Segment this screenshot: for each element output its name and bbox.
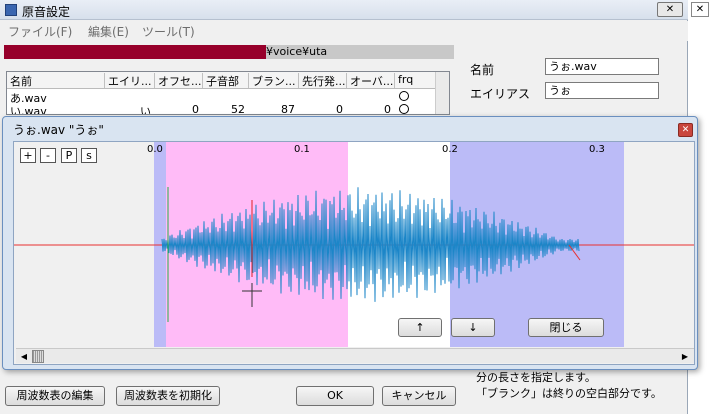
cancel-button[interactable]: キャンセル [382, 386, 456, 406]
menu-file[interactable]: ファイル(F) [8, 23, 72, 40]
menu-bar: ファイル(F) 編集(E) ツール(T) [0, 21, 688, 41]
help-text-line1: 分の長さを指定します。 [476, 371, 596, 384]
alias-label: エイリアス [470, 87, 531, 101]
col-blank[interactable]: ブラン... [249, 73, 299, 88]
col-consonant[interactable]: 子音部 [203, 73, 249, 88]
tick-label: 0.0 [147, 144, 163, 155]
name-label: 名前 [470, 63, 495, 77]
menu-edit[interactable]: 編集(E) [88, 23, 129, 40]
window-titlebar: 原音設定 ✕ [0, 0, 688, 20]
dialog-close-icon[interactable]: ✕ [678, 123, 693, 137]
alias-field[interactable]: うぉ [545, 82, 659, 99]
help-text-line2: 「ブランク」は終りの空白部分です。 [476, 387, 662, 400]
waveform-svg [14, 187, 694, 322]
dialog-body: + - P s 0.0 0.1 0.2 0.3 ↑ ↓ 閉じる ◀ ▶ [13, 141, 695, 365]
path-redacted [4, 45, 266, 59]
menu-tools[interactable]: ツール(T) [142, 23, 195, 40]
close-icon[interactable]: ✕ [691, 2, 709, 17]
dialog-title: うぉ.wav "うぉ" [13, 123, 104, 137]
s-button[interactable]: s [81, 148, 97, 163]
table-header: 名前 エイリ... オフセ... 子音部 ブラン... 先行発... オーバ..… [7, 72, 437, 89]
row-preutter: 0 [336, 103, 343, 115]
waveform-trace [161, 187, 580, 302]
scroll-right-icon[interactable]: ▶ [678, 350, 692, 363]
table-row[interactable]: い.wav い 0 52 87 0 0 [7, 103, 437, 115]
table-scrollbar[interactable] [435, 72, 449, 114]
edit-freq-button[interactable]: 周波数表の編集 [5, 386, 105, 406]
zoom-in-button[interactable]: + [20, 148, 36, 163]
table-row[interactable]: あ.wav [7, 90, 437, 105]
play-button[interactable]: P [61, 148, 77, 163]
close-dialog-button[interactable]: 閉じる [528, 318, 604, 337]
row-offset: 0 [192, 103, 199, 115]
oto-table[interactable]: 名前 エイリ... オフセ... 子音部 ブラン... 先行発... オーバ..… [6, 71, 450, 115]
window-title: 原音設定 [22, 5, 71, 19]
col-preutter[interactable]: 先行発... [299, 73, 347, 88]
init-freq-button[interactable]: 周波数表を初期化 [116, 386, 220, 406]
row-blank: 87 [281, 103, 295, 115]
scroll-thumb[interactable] [32, 350, 44, 363]
tick-label: 0.1 [294, 144, 310, 155]
row-alias: い [140, 105, 151, 115]
voice-path-bar: ¥voice¥uta [4, 45, 454, 59]
scroll-left-icon[interactable]: ◀ [17, 350, 31, 363]
waveform-scrollbar[interactable]: ◀ ▶ [16, 348, 694, 363]
close-icon[interactable]: ✕ [657, 2, 683, 17]
down-button[interactable]: ↓ [451, 318, 495, 337]
col-overlap[interactable]: オーバ... [347, 73, 395, 88]
path-text: ¥voice¥uta [266, 45, 328, 58]
col-name[interactable]: 名前 [7, 73, 105, 88]
up-button[interactable]: ↑ [398, 318, 442, 337]
row-overlap: 0 [384, 103, 391, 115]
ok-button[interactable]: OK [296, 386, 374, 406]
app-icon [5, 4, 17, 16]
col-offset[interactable]: オフセ... [155, 73, 203, 88]
waveform-dialog: うぉ.wav "うぉ" ✕ + - P s 0.0 0.1 0.2 0.3 ↑ … [2, 116, 698, 370]
row-name: い.wav [10, 105, 47, 115]
col-alias[interactable]: エイリ... [105, 73, 155, 88]
col-frq[interactable]: frq [395, 73, 437, 88]
tick-label: 0.3 [589, 144, 605, 155]
tick-label: 0.2 [442, 144, 458, 155]
frq-circle-icon [399, 104, 409, 114]
row-consonant: 52 [231, 103, 245, 115]
zoom-out-button[interactable]: - [40, 148, 56, 163]
name-field[interactable]: うぉ.wav [545, 58, 659, 75]
frq-circle-icon [399, 91, 409, 101]
